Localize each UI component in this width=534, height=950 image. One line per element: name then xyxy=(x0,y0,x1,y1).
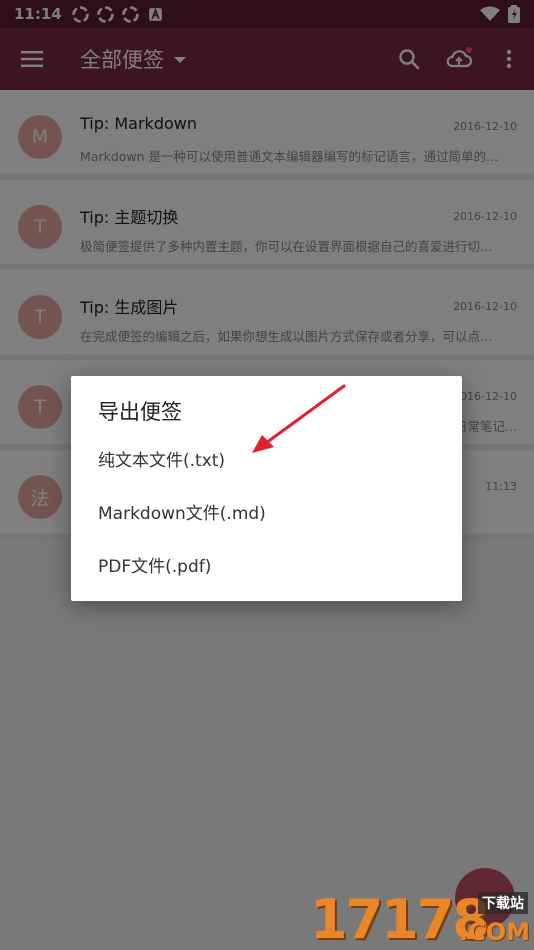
watermark-logo: 17178 下载站 .COM xyxy=(310,884,534,950)
export-md-option[interactable]: Markdown文件(.md) xyxy=(71,486,462,536)
watermark-site: 下载站 xyxy=(478,892,528,914)
export-pdf-option[interactable]: PDF文件(.pdf) xyxy=(71,539,462,589)
watermark-domain: .COM xyxy=(458,918,530,946)
dialog-title: 导出便签 xyxy=(98,400,182,424)
annotation-arrow-icon xyxy=(252,384,346,453)
